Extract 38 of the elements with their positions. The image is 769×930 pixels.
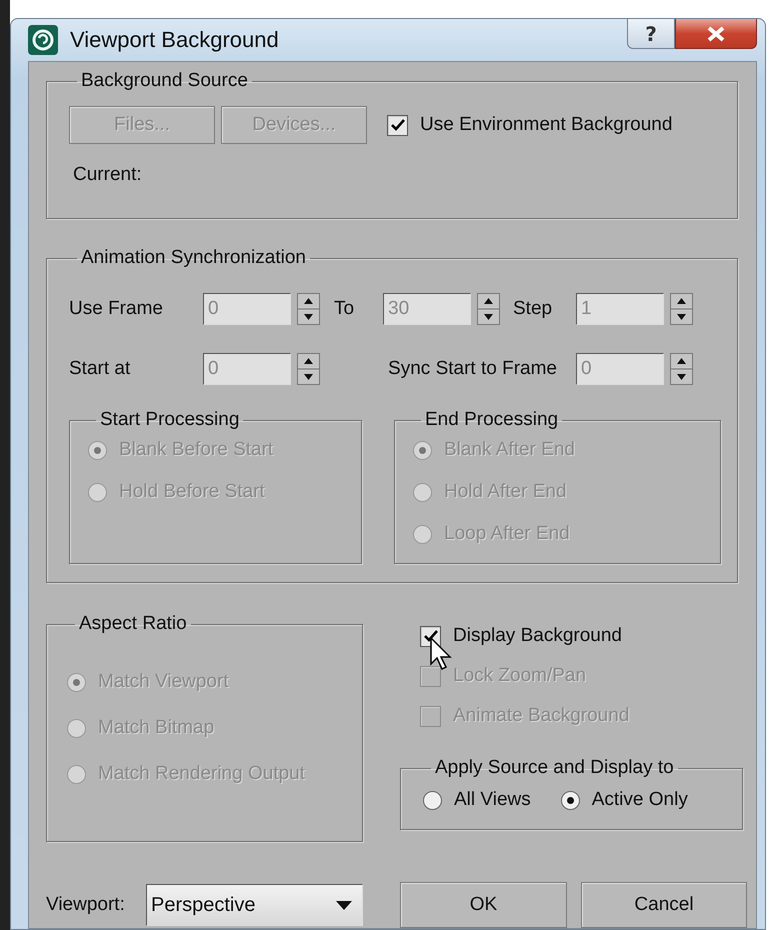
- current-label: Current:: [73, 164, 142, 185]
- group-title: Background Source: [80, 70, 249, 92]
- check-icon: [424, 630, 438, 642]
- close-button[interactable]: [675, 19, 757, 49]
- viewport-label: Viewport:: [46, 894, 126, 916]
- check-icon: [390, 119, 404, 131]
- checkbox-label: Display Background: [453, 625, 622, 647]
- field-label: Start at: [69, 358, 132, 380]
- checkbox[interactable]: [387, 114, 408, 136]
- radio-button[interactable]: [560, 790, 580, 810]
- spinner-icon[interactable]: [297, 353, 320, 385]
- group-title: Apply Source and Display to: [434, 757, 675, 779]
- ok-button[interactable]: OK: [400, 882, 567, 928]
- window-title: Viewport Background: [70, 27, 279, 53]
- field-label: To: [334, 298, 356, 320]
- radio-button[interactable]: [423, 790, 442, 810]
- spinner-icon[interactable]: [670, 293, 693, 325]
- group-title: Animation Synchronization: [80, 247, 307, 269]
- group-title: End Processing: [424, 409, 560, 431]
- radio-label: All Views: [454, 789, 531, 811]
- radio-label: Active Only: [592, 789, 688, 811]
- close-icon: [705, 26, 727, 42]
- caret-icon: [336, 900, 352, 910]
- checkbox[interactable]: [420, 626, 441, 646]
- spinner-icon[interactable]: [477, 293, 500, 325]
- viewport-dropdown[interactable]: Perspective: [146, 884, 363, 926]
- checkbox-label: Use Environment Background: [420, 114, 672, 136]
- field-label: Use Frame: [69, 298, 164, 320]
- cancel-button[interactable]: Cancel: [581, 882, 747, 928]
- group-title: Aspect Ratio: [78, 613, 188, 635]
- app-icon: [28, 25, 58, 55]
- cursor-icon: [430, 637, 454, 671]
- spinner-icon[interactable]: [670, 353, 693, 385]
- field-label: Sync Start to Frame: [388, 358, 557, 380]
- spinner-icon[interactable]: [297, 293, 320, 325]
- group-title: Start Processing: [99, 409, 240, 431]
- help-button[interactable]: ?: [627, 19, 675, 49]
- field-label: Step: [513, 298, 554, 320]
